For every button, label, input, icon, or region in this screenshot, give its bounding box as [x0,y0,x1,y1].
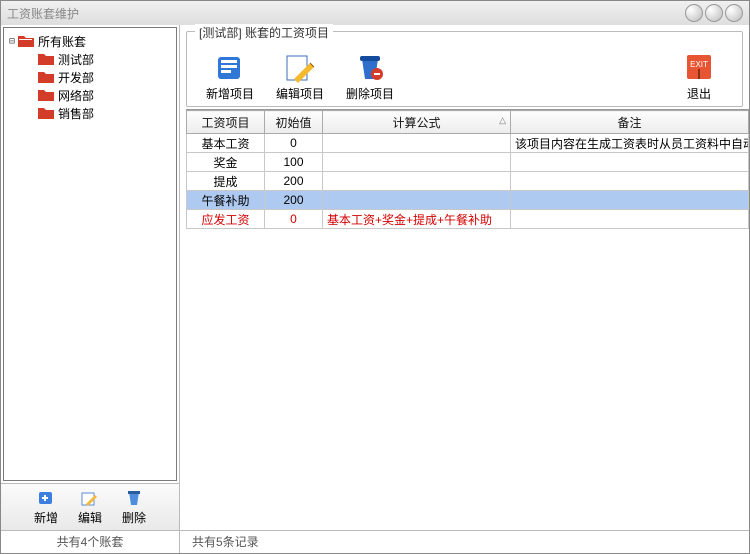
cell-name: 提成 [187,172,265,191]
cell-remark: 该项目内容在生成工资表时从员工资料中自动导入 [511,134,749,153]
main-toolbar: 新增项目 编辑项目 删除项目 [187,32,742,106]
table-row[interactable]: 基本工资0 该项目内容在生成工资表时从员工资料中自动导入 [187,134,749,153]
edit-item-button[interactable]: 编辑项目 [265,51,335,102]
folder-icon [38,70,54,84]
cell-name: 基本工资 [187,134,265,153]
delete-account-label: 删除 [122,509,146,526]
cell-remark [511,153,749,172]
folder-icon [38,88,54,102]
cell-formula [323,153,511,172]
add-item-button[interactable]: 新增项目 [195,51,265,102]
delete-item-icon [354,51,386,83]
window-body: ⊟ 所有账套 测试部开发部网络部销售部 新增 [1,25,749,553]
cell-remark [511,191,749,210]
delete-item-button[interactable]: 删除项目 [335,51,405,102]
sort-indicator-icon: △ [499,115,506,126]
tree-node[interactable]: 测试部 [6,50,174,68]
tree-node[interactable]: 网络部 [6,86,174,104]
col-init[interactable]: 初始值 [265,111,323,134]
tree-node[interactable]: 开发部 [6,68,174,86]
cell-init: 200 [265,172,323,191]
cell-name: 午餐补助 [187,191,265,210]
add-item-label: 新增项目 [206,85,254,102]
add-account-button[interactable]: 新增 [34,489,58,526]
cell-remark [511,172,749,191]
cell-init: 100 [265,153,323,172]
cell-name: 应发工资 [187,210,265,229]
cell-formula [323,172,511,191]
cell-init: 200 [265,191,323,210]
tree-node-label: 测试部 [58,51,94,68]
add-account-label: 新增 [34,509,58,526]
tree-node-label: 开发部 [58,69,94,86]
delete-item-label: 删除项目 [346,85,394,102]
exit-label: 退出 [687,85,711,102]
main-panel: [测试部] 账套的工资项目 新增项目 编辑项目 [180,25,749,553]
col-name[interactable]: 工资项目 [187,111,265,134]
edit-icon [81,489,99,507]
col-remark[interactable]: 备注 [511,111,749,134]
tree-root[interactable]: ⊟ 所有账套 [6,32,174,50]
table-row[interactable]: 午餐补助200 [187,191,749,210]
title-bar: 工资账套维护 [1,1,749,25]
col-formula[interactable]: 计算公式△ [323,111,511,134]
group-title: [测试部] 账套的工资项目 [195,24,333,41]
table-row[interactable]: 奖金100 [187,153,749,172]
account-tree[interactable]: ⊟ 所有账套 测试部开发部网络部销售部 [3,27,177,481]
items-grid[interactable]: 工资项目 初始值 计算公式△ 备注 基本工资0该项目内容在生成工资表时从员工资料… [186,109,749,530]
add-item-icon [214,51,246,83]
svg-text:EXIT: EXIT [690,60,708,69]
app-window: 工资账套维护 ⊟ 所有账套 测试部开发部网络部销售部 [0,0,750,554]
folder-icon [38,106,54,120]
folder-icon [38,52,54,66]
cell-formula [323,191,511,210]
exit-button[interactable]: EXIT 退出 [664,51,734,102]
delete-account-button[interactable]: 删除 [122,489,146,526]
table-row[interactable]: 提成200 [187,172,749,191]
grid-header-row: 工资项目 初始值 计算公式△ 备注 [187,111,749,134]
cell-name: 奖金 [187,153,265,172]
exit-icon: EXIT [683,51,715,83]
cell-init: 0 [265,210,323,229]
cell-remark [511,210,749,229]
tree-node-label: 网络部 [58,87,94,104]
minimize-button[interactable] [685,4,703,22]
sidebar-toolbar: 新增 编辑 删除 [1,483,179,530]
grid-table: 工资项目 初始值 计算公式△ 备注 基本工资0该项目内容在生成工资表时从员工资料… [186,110,749,229]
sidebar-status: 共有4个账套 [1,530,179,553]
folder-open-icon [18,34,34,48]
sidebar: ⊟ 所有账套 测试部开发部网络部销售部 新增 [1,25,180,553]
cell-formula [323,134,511,153]
add-icon [37,489,55,507]
tree-node-label: 销售部 [58,105,94,122]
tree-root-label: 所有账套 [38,33,86,50]
toolbar-group: [测试部] 账套的工资项目 新增项目 编辑项目 [186,31,743,107]
edit-account-button[interactable]: 编辑 [78,489,102,526]
tree-node[interactable]: 销售部 [6,104,174,122]
maximize-button[interactable] [705,4,723,22]
close-button[interactable] [725,4,743,22]
table-row[interactable]: 应发工资0基本工资+奖金+提成+午餐补助 [187,210,749,229]
edit-account-label: 编辑 [78,509,102,526]
edit-item-label: 编辑项目 [276,85,324,102]
delete-icon [125,489,143,507]
window-title: 工资账套维护 [7,5,685,22]
edit-item-icon [284,51,316,83]
main-status: 共有5条记录 [180,530,749,553]
collapse-icon[interactable]: ⊟ [6,36,18,47]
cell-formula: 基本工资+奖金+提成+午餐补助 [323,210,511,229]
cell-init: 0 [265,134,323,153]
window-buttons [685,4,743,22]
